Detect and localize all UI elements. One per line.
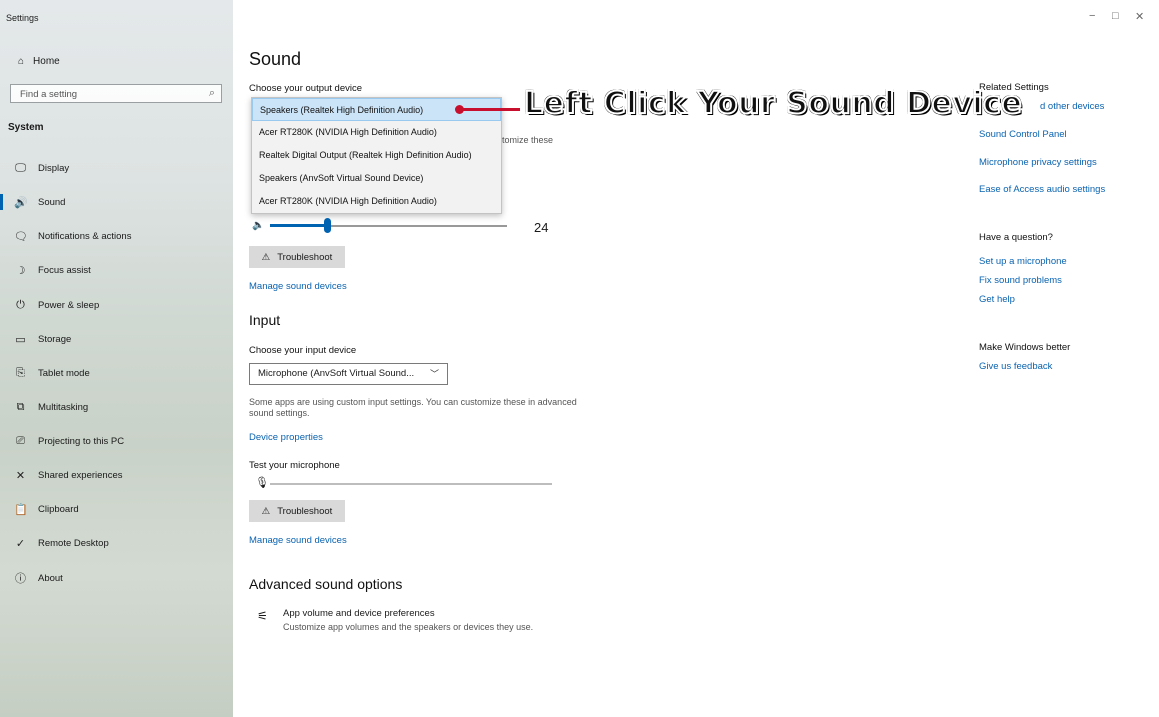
sidebar-item-label: Remote Desktop	[38, 537, 109, 549]
sidebar-item[interactable]: ⏻ Power & sleep	[14, 297, 99, 313]
sidebar-item-label: Projecting to this PC	[38, 435, 125, 447]
app-volume-icon: ⚟	[257, 609, 268, 623]
sidebar-item[interactable]: 🖵 Display	[14, 160, 69, 176]
tablet-icon: ⎘	[16, 366, 25, 379]
sidebar-item-label: Shared experiences	[38, 469, 123, 481]
shared-icon: ✕	[15, 469, 26, 482]
power-icon: ⏻	[16, 298, 25, 311]
search-input[interactable]: Find a setting ⌕	[10, 84, 222, 103]
annotation-arrow-dot	[455, 105, 464, 114]
sidebar-item-label: Display	[38, 162, 70, 174]
sidebar-item[interactable]: 🔊 Sound	[0, 194, 66, 210]
search-placeholder: Find a setting	[20, 89, 78, 100]
app-volume-desc: Customize app volumes and the speakers o…	[283, 622, 534, 632]
projecting-icon: ⎚	[16, 434, 25, 447]
warning-icon: ⚠	[261, 505, 271, 517]
speaker-icon: 🔊	[14, 196, 28, 209]
input-troubleshoot-button[interactable]: ⚠ Troubleshoot	[249, 500, 345, 522]
close-button[interactable]: ✕	[1135, 10, 1144, 23]
annotation-callout: Left Click Your Sound Device	[523, 85, 1023, 122]
moon-icon: ☽	[15, 264, 26, 277]
troubleshoot-label: Troubleshoot	[277, 251, 333, 263]
sidebar-item[interactable]: ⎚ Projecting to this PC	[14, 433, 124, 449]
sidebar-item-label: Notifications & actions	[38, 230, 132, 242]
question-title: Have a question?	[979, 232, 1053, 243]
output-device-option[interactable]: Realtek Digital Output (Realtek High Def…	[252, 144, 501, 167]
page-title: Sound	[249, 49, 302, 69]
sidebar-item[interactable]: ▭ Storage	[14, 331, 71, 347]
home-icon: ⌂	[18, 55, 25, 67]
input-device-value: Microphone (AnvSoft Virtual Sound...	[258, 368, 415, 379]
output-device-label: Choose your output device	[249, 83, 363, 94]
mic-level-bar	[270, 483, 552, 485]
sidebar-item-label: Tablet mode	[38, 367, 90, 379]
app-title: Settings	[6, 13, 39, 23]
storage-icon: ▭	[15, 333, 26, 346]
sidebar-item-label: Clipboard	[38, 503, 79, 515]
related-link[interactable]: d other devices	[1040, 101, 1104, 112]
info-icon: ⓘ	[15, 573, 26, 585]
search-icon: ⌕	[208, 87, 215, 99]
sidebar-item[interactable]: ⧉ Multitasking	[14, 399, 89, 415]
app-volume-link[interactable]: App volume and device preferences	[283, 608, 435, 619]
sidebar-item-label: Multitasking	[38, 401, 89, 413]
volume-value: 24	[534, 220, 549, 235]
related-link[interactable]: Microphone privacy settings	[979, 157, 1097, 168]
question-link[interactable]: Fix sound problems	[979, 275, 1062, 286]
maximize-button[interactable]: □	[1112, 10, 1119, 22]
manage-input-devices-link[interactable]: Manage sound devices	[249, 535, 347, 546]
sidebar-item[interactable]: ⓘ About	[14, 570, 63, 586]
advanced-heading: Advanced sound options	[249, 576, 403, 592]
sidebar-item-label: Storage	[38, 333, 72, 345]
sidebar-item-label: Focus assist	[38, 264, 91, 276]
feedback-link[interactable]: Give us feedback	[979, 361, 1052, 372]
sidebar-item-label: Sound	[38, 196, 66, 208]
related-link[interactable]: Sound Control Panel	[979, 129, 1067, 140]
notification-icon: 🗨	[14, 230, 28, 243]
manage-output-devices-link[interactable]: Manage sound devices	[249, 281, 347, 292]
output-device-option[interactable]: Acer RT280K (NVIDIA High Definition Audi…	[252, 121, 501, 144]
sidebar-item[interactable]: ✕ Shared experiences	[14, 467, 123, 483]
question-link[interactable]: Set up a microphone	[979, 256, 1067, 267]
sidebar-item[interactable]: 🗨 Notifications & actions	[14, 228, 131, 244]
nav-home[interactable]: ⌂ Home	[18, 54, 60, 68]
output-device-option[interactable]: Acer RT280K (NVIDIA High Definition Audi…	[252, 190, 501, 213]
troubleshoot-label: Troubleshoot	[277, 505, 333, 517]
make-better-title: Make Windows better	[979, 342, 1071, 353]
input-device-label: Choose your input device	[249, 345, 357, 356]
sidebar-item[interactable]: ✓ Remote Desktop	[14, 535, 109, 551]
warning-icon: ⚠	[261, 251, 271, 263]
multitasking-icon: ⧉	[16, 400, 25, 413]
sidebar: Settings ⌂ Home Find a setting ⌕ System …	[0, 0, 233, 717]
sidebar-item[interactable]: ☽ Focus assist	[14, 262, 91, 278]
output-device-dropdown[interactable]: Speakers (Realtek High Definition Audio)…	[251, 97, 502, 214]
nav-home-label: Home	[33, 55, 60, 67]
annotation-arrow-line	[460, 108, 520, 111]
device-properties-link[interactable]: Device properties	[249, 432, 323, 443]
output-troubleshoot-button[interactable]: ⚠ Troubleshoot	[249, 246, 345, 268]
microphone-icon: 🎙	[255, 477, 269, 489]
sidebar-item-label: Power & sleep	[38, 299, 100, 311]
input-heading: Input	[249, 312, 281, 328]
question-link[interactable]: Get help	[979, 294, 1015, 305]
volume-fill	[270, 224, 327, 227]
related-link[interactable]: Ease of Access audio settings	[979, 184, 1105, 195]
output-device-option[interactable]: Speakers (AnvSoft Virtual Sound Device)	[252, 167, 501, 190]
test-mic-label: Test your microphone	[249, 460, 340, 471]
remote-icon: ✓	[15, 537, 26, 550]
section-label: System	[8, 122, 44, 133]
output-hidden-text: tomize these	[502, 135, 554, 145]
input-note: Some apps are using custom input setting…	[249, 397, 577, 418]
sidebar-item-label: About	[38, 572, 63, 584]
volume-slider-thumb[interactable]	[324, 218, 331, 233]
display-icon: 🖵	[15, 161, 26, 174]
minimize-button[interactable]: −	[1089, 10, 1095, 22]
sidebar-item[interactable]: ⎘ Tablet mode	[14, 365, 90, 381]
sidebar-item[interactable]: 📋 Clipboard	[14, 501, 79, 517]
input-device-select[interactable]: Microphone (AnvSoft Virtual Sound... ﹀	[249, 363, 448, 385]
volume-icon: 🔈	[252, 220, 265, 231]
chevron-down-icon: ﹀	[429, 369, 439, 379]
clipboard-icon: 📋	[14, 503, 28, 516]
